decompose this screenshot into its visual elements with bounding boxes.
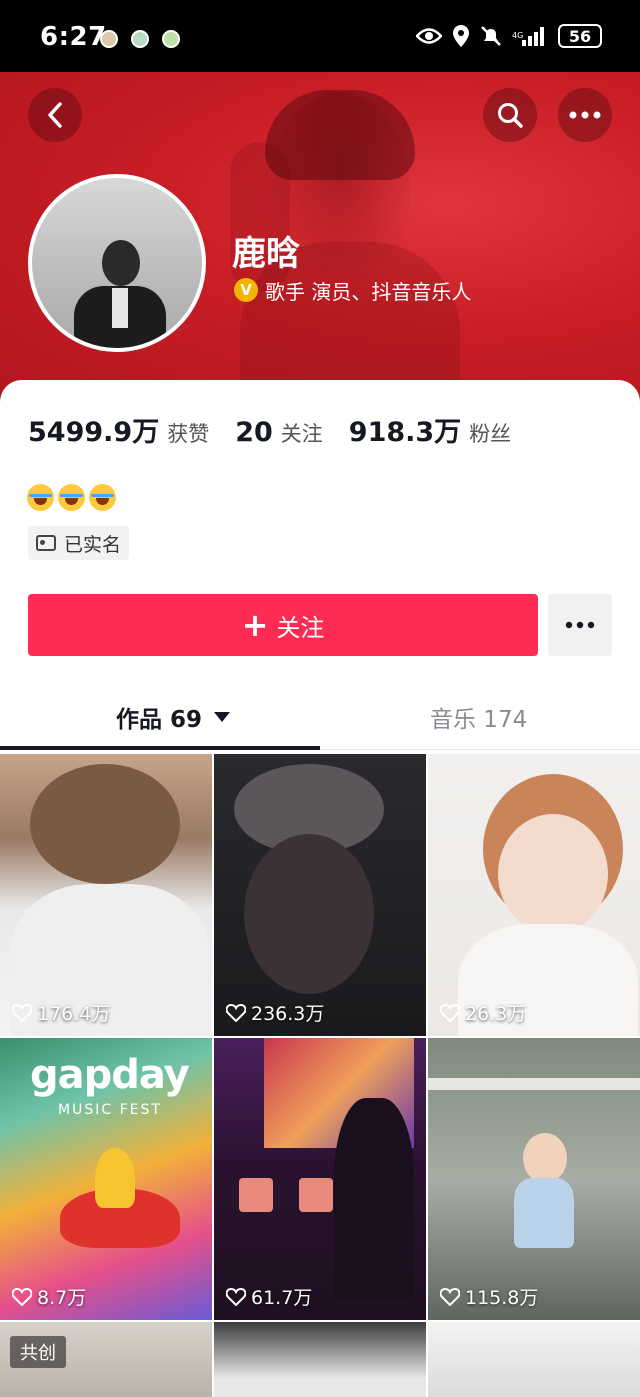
co-create-badge: 共创	[10, 1336, 66, 1368]
video-likes-count: 236.3万	[251, 1003, 325, 1025]
thumbnail-shape	[523, 1133, 567, 1183]
likes-label: 获赞	[167, 422, 210, 446]
status-icons: 4G 56	[416, 24, 602, 48]
video-tile[interactable]: 236.3万	[214, 754, 426, 1036]
profile-name: 鹿晗	[232, 234, 300, 274]
heart-icon	[12, 1003, 32, 1022]
tab-music-label: 音乐 174	[430, 707, 528, 733]
video-likes: 115.8万	[440, 1283, 538, 1310]
more-dots-icon	[565, 621, 595, 629]
video-likes-count: 176.4万	[37, 1003, 111, 1025]
video-likes-count: 8.7万	[37, 1287, 87, 1309]
thumbnail-shape	[428, 1078, 640, 1090]
video-likes-count: 26.3万	[465, 1003, 527, 1025]
laughing-crying-emoji-icon	[58, 484, 85, 511]
realname-tag: 已实名	[28, 526, 130, 560]
battery-indicator: 56	[558, 24, 602, 48]
follow-button[interactable]: + 关注	[28, 594, 538, 656]
tab-active-indicator	[0, 746, 320, 750]
notification-icon	[131, 30, 149, 48]
video-likes-count: 61.7万	[251, 1287, 313, 1309]
follow-label: 关注	[276, 613, 325, 642]
video-tile[interactable]: 115.8万	[428, 1038, 640, 1320]
cover-decoration	[265, 90, 415, 180]
realname-label: 已实名	[64, 533, 122, 556]
svg-text:4G: 4G	[512, 31, 523, 40]
video-tile[interactable]: 61.7万	[214, 1038, 426, 1320]
search-icon	[498, 103, 523, 128]
thumbnail-shape	[244, 834, 374, 994]
thumbnail-shape	[498, 814, 608, 934]
chevron-left-icon	[48, 102, 62, 128]
eye-icon	[416, 28, 442, 44]
avatar-figure	[112, 288, 128, 328]
video-tile[interactable]	[428, 1322, 640, 1397]
video-likes: 61.7万	[226, 1283, 312, 1310]
more-dots-icon	[569, 111, 601, 119]
avatar[interactable]	[28, 174, 206, 352]
video-grid: 176.4万 236.3万 26.3万 gapday MUSIC FEST 8.…	[0, 754, 640, 1397]
status-bar: 6:27 4G 56	[0, 0, 640, 72]
notification-icon	[162, 30, 180, 48]
location-icon	[453, 25, 469, 47]
video-likes: 8.7万	[12, 1283, 86, 1310]
tab-music[interactable]: 音乐 174	[430, 700, 527, 734]
poster-brand: gapday	[30, 1052, 190, 1098]
thumbnail-shape	[334, 1098, 414, 1298]
status-time: 6:27	[40, 22, 107, 52]
bio-emojis	[27, 484, 116, 511]
thumbnail-shape	[299, 1178, 333, 1212]
heart-icon	[440, 1003, 460, 1022]
tab-works[interactable]: 作品 69	[116, 700, 231, 734]
followers-count[interactable]: 918.3万	[349, 410, 461, 449]
mute-bell-icon	[481, 26, 501, 46]
following-count[interactable]: 20	[235, 417, 273, 448]
plus-icon: +	[241, 606, 269, 644]
profile-stats: 5499.9万 获赞 20 关注 918.3万 粉丝	[28, 410, 537, 449]
more-options-button[interactable]	[558, 88, 612, 142]
notification-icon	[100, 30, 118, 48]
video-likes-count: 115.8万	[465, 1287, 539, 1309]
video-tile[interactable]: 176.4万	[0, 754, 212, 1036]
heart-icon	[226, 1003, 246, 1022]
video-likes: 26.3万	[440, 999, 526, 1026]
video-tile[interactable]: 26.3万	[428, 754, 640, 1036]
laughing-crying-emoji-icon	[89, 484, 116, 511]
heart-icon	[226, 1287, 246, 1306]
tab-works-label: 作品 69	[116, 707, 203, 733]
caret-down-icon	[214, 712, 231, 722]
poster-subtitle: MUSIC FEST	[58, 1102, 162, 1118]
following-label[interactable]: 关注	[281, 418, 323, 448]
more-actions-button[interactable]	[548, 594, 612, 656]
search-button[interactable]	[483, 88, 537, 142]
profile-title: 歌手 演员、抖音音乐人	[265, 280, 472, 304]
likes-count: 5499.9万	[28, 417, 160, 448]
video-likes: 176.4万	[12, 999, 110, 1026]
thumbnail-shape	[514, 1178, 574, 1248]
laughing-crying-emoji-icon	[27, 484, 54, 511]
thumbnail-shape	[30, 764, 180, 884]
video-tile[interactable]: gapday MUSIC FEST 8.7万	[0, 1038, 212, 1320]
thumbnail-shape	[95, 1148, 135, 1208]
video-tile[interactable]: 共创	[0, 1322, 212, 1397]
video-likes: 236.3万	[226, 999, 324, 1026]
back-button[interactable]	[28, 88, 82, 142]
id-card-icon	[36, 535, 56, 551]
avatar-figure	[102, 240, 140, 286]
thumbnail-shape	[239, 1178, 273, 1212]
followers-label[interactable]: 粉丝	[469, 418, 511, 448]
heart-icon	[440, 1287, 460, 1306]
verified-badge-icon: V	[234, 278, 258, 302]
heart-icon	[12, 1287, 32, 1306]
video-tile[interactable]	[214, 1322, 426, 1397]
signal-icon: 4G	[512, 27, 544, 46]
